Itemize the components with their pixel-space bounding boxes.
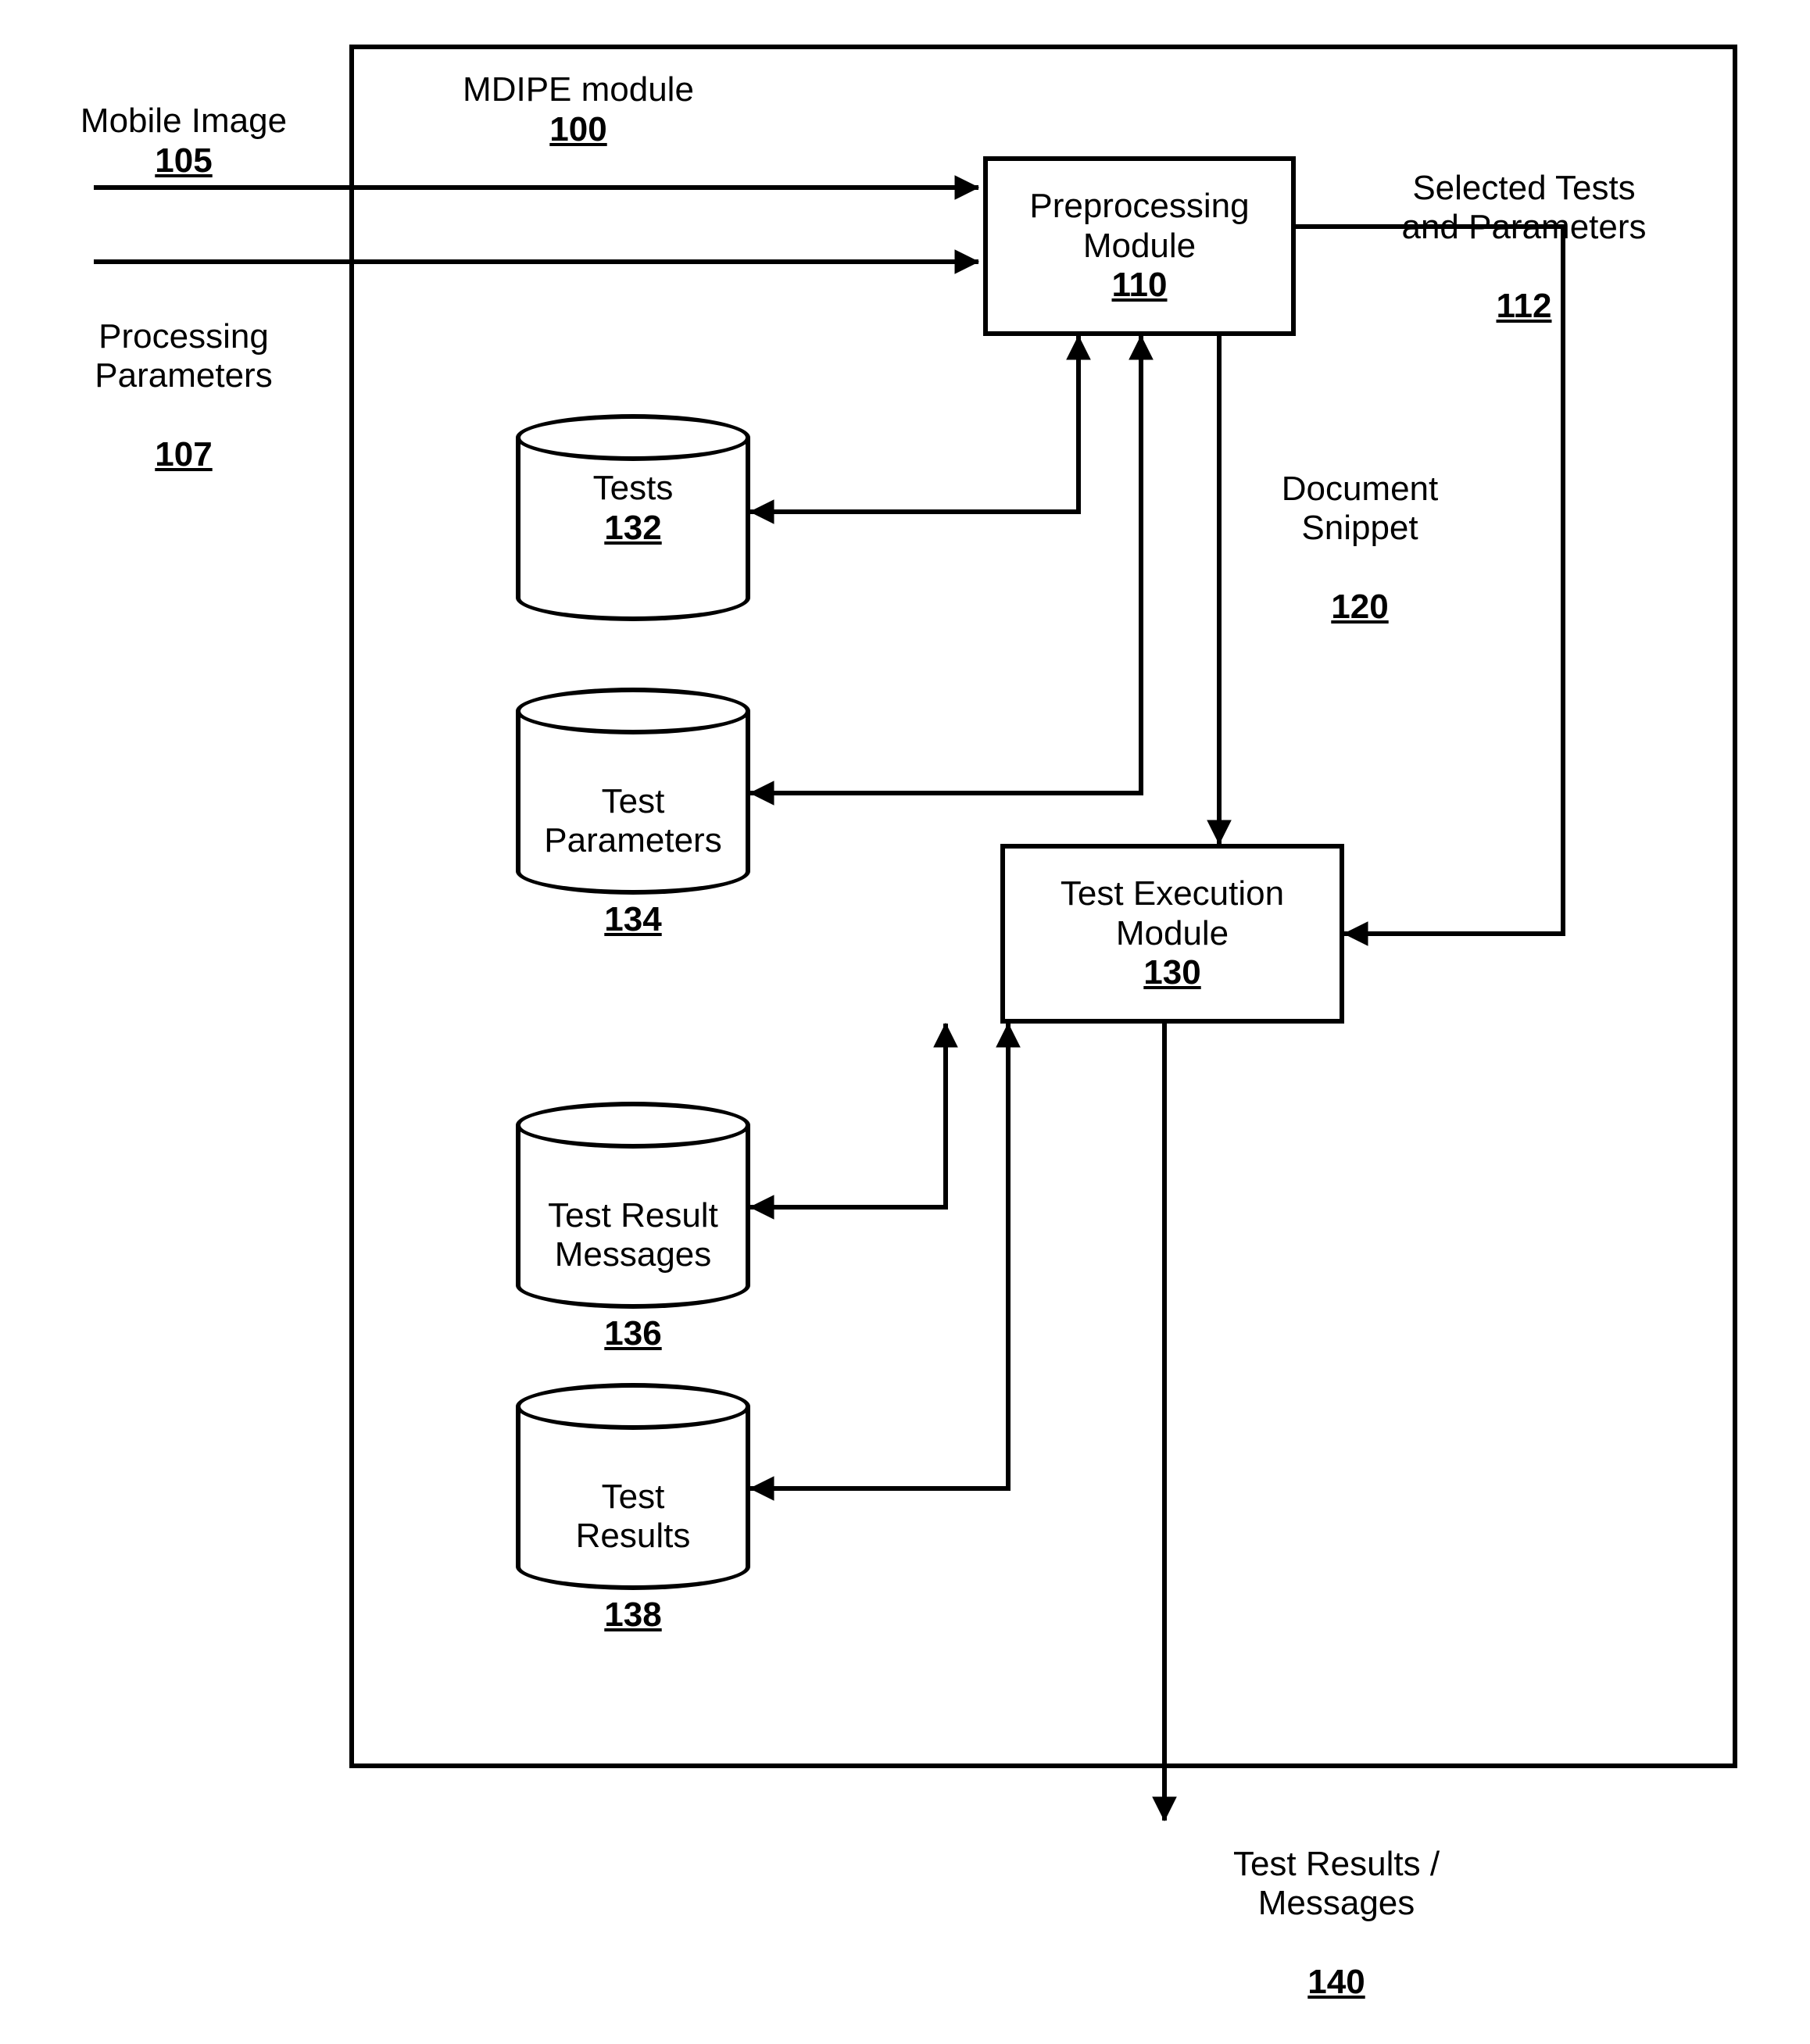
box-test-execution-text: Test Execution Module bbox=[1061, 874, 1284, 953]
db-test-parameters-text: Test Parameters bbox=[544, 782, 721, 860]
db-test-result-messages: Test Result Messages 136 bbox=[516, 1102, 750, 1309]
box-preprocessing-ref: 110 bbox=[1112, 266, 1168, 306]
box-test-execution: Test Execution Module 130 bbox=[1000, 844, 1344, 1024]
label-document-snippet-text: Document Snippet bbox=[1282, 470, 1439, 548]
label-document-snippet: Document Snippet 120 bbox=[1243, 430, 1477, 627]
db-tests-ref: 132 bbox=[604, 509, 661, 547]
module-title-text: MDIPE module bbox=[463, 70, 694, 109]
db-test-result-messages-ref: 136 bbox=[604, 1314, 661, 1353]
label-processing-params-text: Processing Parameters bbox=[95, 317, 272, 395]
box-test-execution-ref: 130 bbox=[1143, 953, 1200, 993]
diagram-canvas: MDIPE module 100 Mobile Image 105 Proces… bbox=[0, 0, 1810, 2044]
db-test-results-ref: 138 bbox=[604, 1596, 661, 1634]
module-title-ref: 100 bbox=[549, 110, 606, 148]
label-mobile-image: Mobile Image 105 bbox=[55, 102, 313, 180]
label-processing-params: Processing Parameters 107 bbox=[55, 277, 313, 475]
db-test-parameters-ref: 134 bbox=[604, 900, 661, 938]
label-test-results-out-ref: 140 bbox=[1307, 1963, 1365, 2001]
label-processing-params-ref: 107 bbox=[155, 435, 212, 473]
box-preprocessing-text: Preprocessing Module bbox=[1029, 187, 1249, 266]
label-document-snippet-ref: 120 bbox=[1331, 588, 1388, 626]
box-preprocessing: Preprocessing Module 110 bbox=[983, 156, 1296, 336]
label-mobile-image-text: Mobile Image bbox=[80, 102, 287, 140]
label-selected-tests-ref: 112 bbox=[1497, 287, 1552, 325]
db-test-results-text: Test Results bbox=[576, 1478, 691, 1556]
db-tests-text: Tests bbox=[593, 469, 674, 507]
db-test-parameters: Test Parameters 134 bbox=[516, 688, 750, 895]
db-test-results: Test Results 138 bbox=[516, 1383, 750, 1590]
module-title: MDIPE module 100 bbox=[438, 70, 719, 149]
label-test-results-out: Test Results / Messages 140 bbox=[1196, 1805, 1477, 2003]
label-selected-tests: Selected Tests and Parameters 112 bbox=[1356, 129, 1692, 327]
db-tests: Tests 132 bbox=[516, 414, 750, 621]
db-test-result-messages-text: Test Result Messages bbox=[548, 1196, 718, 1274]
label-test-results-out-text: Test Results / Messages bbox=[1233, 1845, 1440, 1923]
label-mobile-image-ref: 105 bbox=[155, 141, 212, 180]
label-selected-tests-text: Selected Tests and Parameters bbox=[1401, 169, 1646, 247]
